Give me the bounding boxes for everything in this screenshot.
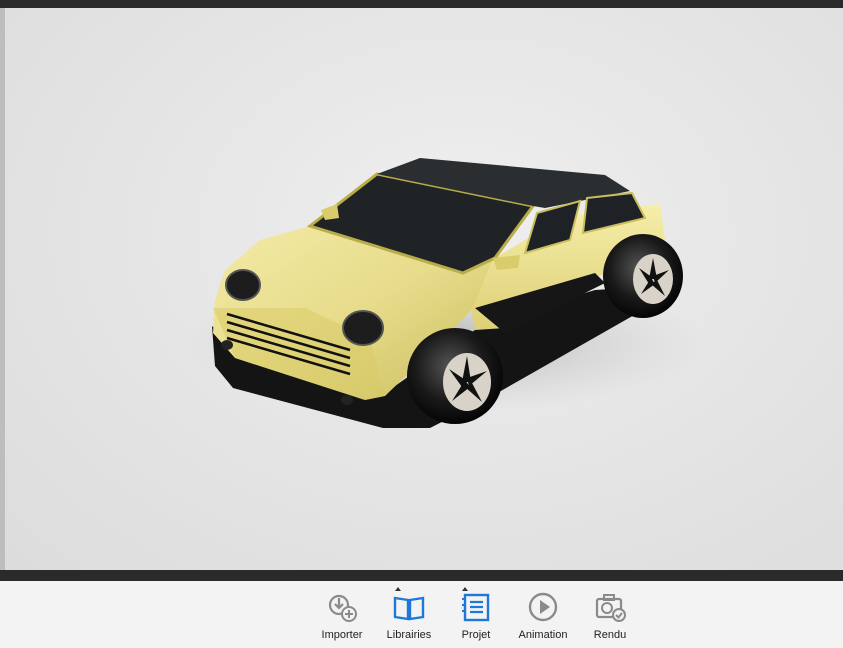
car-render [185,158,705,428]
animation-icon [528,592,558,622]
bottom-toolbar: Importer Librairies Projet Animation Ren… [0,581,843,648]
project-icon [462,593,490,622]
viewport-bottom-border [0,570,843,581]
car-headlight-right [342,310,384,346]
dropdown-marker [462,587,468,591]
car-headlight-left [225,269,261,301]
car-wheel-rear [603,234,683,318]
importer-button[interactable]: Importer [306,589,378,645]
3d-viewport[interactable] [5,8,843,570]
library-icon [393,596,425,621]
librairies-label: Librairies [386,629,432,641]
rendu-button[interactable]: Rendu [574,589,646,645]
animation-label: Animation [518,629,568,641]
librairies-button[interactable]: Librairies [373,587,445,645]
importer-label: Importer [321,629,363,641]
car-foglight-right [341,395,353,405]
import-icon [328,594,357,622]
render-icon [595,594,626,622]
projet-button[interactable]: Projet [440,587,512,645]
animation-button[interactable]: Animation [507,589,579,645]
rendu-label: Rendu [593,629,627,641]
projet-label: Projet [461,629,491,641]
viewport-top-border [0,0,843,8]
car-wheel-front [407,328,503,424]
dropdown-marker [395,587,401,591]
car-foglight-left [221,340,233,350]
